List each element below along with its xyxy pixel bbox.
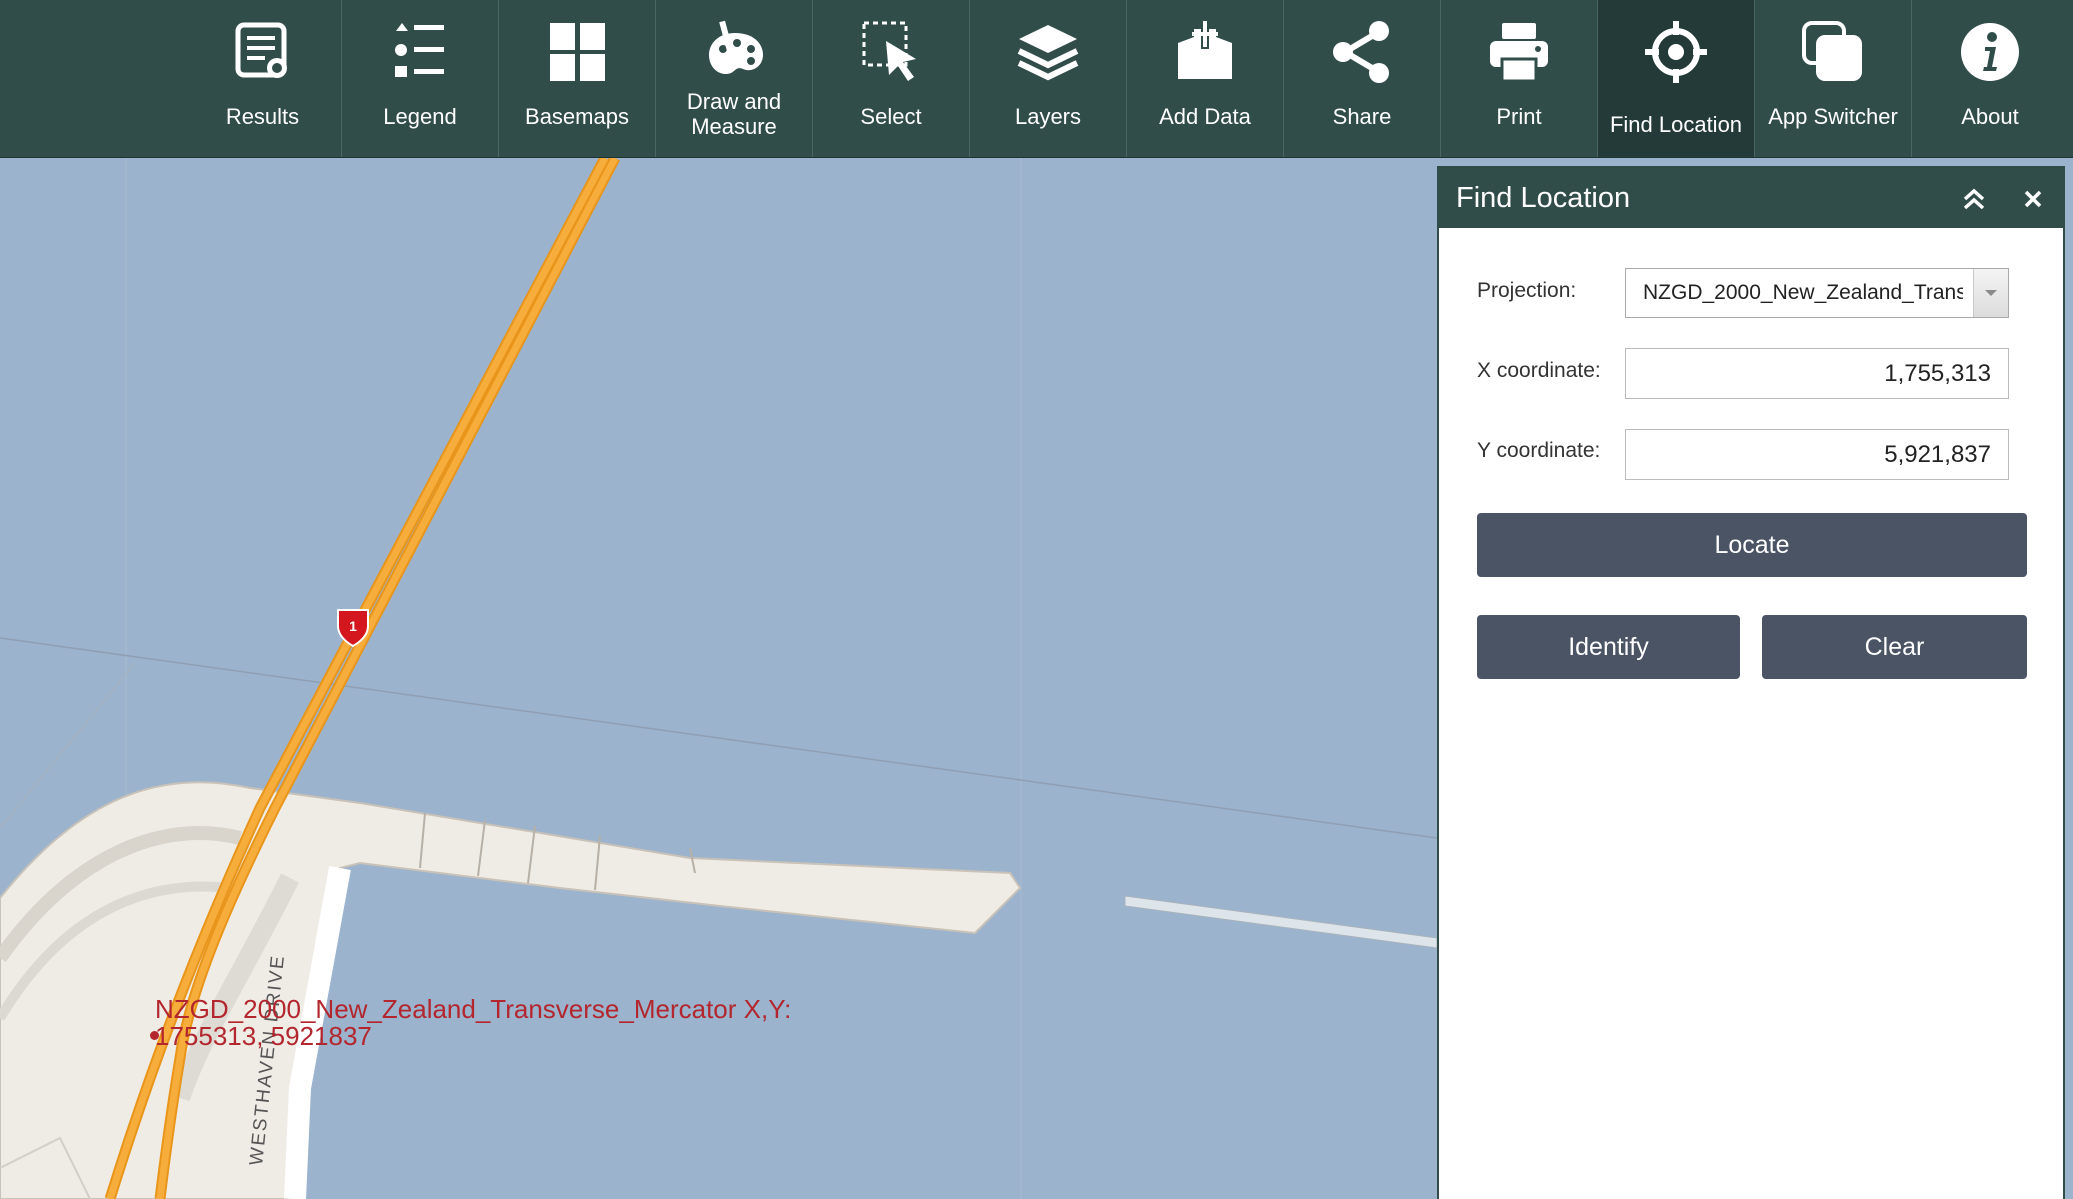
layers-button[interactable]: Layers	[969, 0, 1126, 157]
y-coordinate-label: Y coordinate:	[1477, 439, 1601, 462]
select-button[interactable]: Select	[812, 0, 969, 157]
crosshair-icon	[1598, 18, 1754, 86]
x-coordinate-label: X coordinate:	[1477, 359, 1601, 382]
select-label: Select	[860, 104, 922, 129]
print-label: Print	[1496, 104, 1542, 129]
chevron-down-icon[interactable]	[1973, 269, 2008, 317]
add-data-label: Add Data	[1159, 104, 1251, 129]
close-icon[interactable]	[2018, 184, 2048, 214]
x-coordinate-input[interactable]	[1625, 348, 2009, 399]
draw-measure-label: Draw and Measure	[686, 89, 782, 139]
double-chevron-up-icon[interactable]	[1959, 184, 1989, 214]
basemaps-button[interactable]: Basemaps	[498, 0, 655, 157]
legend-button[interactable]: Legend	[341, 0, 498, 157]
share-button[interactable]: Share	[1283, 0, 1440, 157]
printer-icon	[1441, 18, 1597, 86]
layers-label: Layers	[1014, 104, 1082, 129]
add-data-icon	[1127, 18, 1283, 86]
select-cursor-icon	[813, 18, 969, 86]
results-button[interactable]: Results	[184, 0, 341, 157]
palette-icon	[656, 18, 812, 86]
app-switcher-icon	[1755, 18, 1911, 86]
about-label: About	[1961, 104, 2019, 129]
clear-button[interactable]: Clear	[1762, 615, 2027, 679]
projection-select-value: NZGD_2000_New_Zealand_Transverse_Mercato…	[1643, 281, 1963, 304]
legend-label: Legend	[383, 104, 457, 129]
legend-list-icon	[342, 18, 498, 86]
find-location-panel: Find Location Projection: NZGD_2000_New_…	[1437, 166, 2065, 1199]
basemaps-label: Basemaps	[525, 104, 629, 129]
find-location-label: Find Location	[1609, 112, 1743, 137]
identify-button[interactable]: Identify	[1477, 615, 1740, 679]
app-switcher-label: App Switcher	[1768, 104, 1898, 129]
result-label-line1: NZGD_2000_New_Zealand_Transverse_Mercato…	[155, 994, 792, 1024]
add-data-button[interactable]: Add Data	[1126, 0, 1283, 157]
about-button[interactable]: About	[1911, 0, 2068, 157]
projection-label: Projection:	[1477, 279, 1577, 302]
results-label: Results	[225, 104, 300, 129]
info-icon	[1912, 18, 2068, 86]
locate-button[interactable]: Locate	[1477, 513, 2027, 577]
result-coordinate-label: NZGD_2000_New_Zealand_Transverse_Mercato…	[155, 996, 791, 1050]
main-toolbar: Results Legend Basemaps Draw and Measure …	[0, 0, 2073, 158]
layers-stack-icon	[970, 18, 1126, 86]
projection-select[interactable]: NZGD_2000_New_Zealand_Transverse_Mercato…	[1625, 268, 2009, 318]
panel-title: Find Location	[1456, 182, 1631, 214]
result-label-line2: 1755313, 5921837	[155, 1021, 372, 1051]
draw-measure-button[interactable]: Draw and Measure	[655, 0, 812, 157]
find-location-button[interactable]: Find Location	[1597, 0, 1754, 157]
y-coordinate-input[interactable]	[1625, 429, 2009, 480]
results-list-icon	[184, 18, 341, 86]
highway-shield-number: 1	[349, 618, 357, 634]
panel-header: Find Location	[1439, 168, 2063, 228]
print-button[interactable]: Print	[1440, 0, 1597, 157]
share-label: Share	[1332, 104, 1392, 129]
share-icon	[1284, 18, 1440, 86]
map-view[interactable]: 1 WESTHAVEN DRIVE NZGD_2000_New_Zealand_…	[0, 158, 1437, 1199]
app-switcher-button[interactable]: App Switcher	[1754, 0, 1911, 157]
basemap-grid-icon	[499, 18, 655, 86]
